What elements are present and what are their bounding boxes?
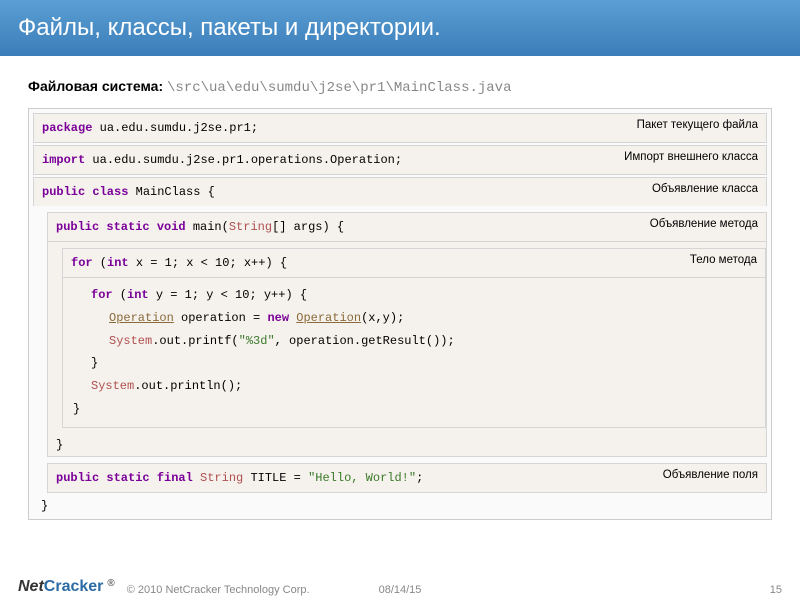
logo: NetCracker® [18,578,115,596]
println-line: System.out.println(); [73,375,755,398]
package-code: package ua.edu.sumdu.j2se.pr1; [34,114,596,142]
filesystem-line: Файловая система: \src\ua\edu\sumdu\j2se… [28,78,772,96]
close-outer-for: } [73,398,755,421]
slide-title: Файлы, классы, пакеты и директории. [18,14,782,42]
slide-header: Файлы, классы, пакеты и директории. [0,0,800,56]
body-label: Тело метода [595,249,765,277]
printf-line: System.out.printf("%3d", operation.getRe… [73,330,755,353]
method-close: } [48,434,766,456]
copyright: © 2010 NetCracker Technology Corp. [127,584,310,596]
for1-code: for (int x = 1; x < 10; x++) { [63,249,595,277]
package-row: package ua.edu.sumdu.j2se.pr1; Пакет тек… [33,113,767,143]
field-label: Объявление поля [596,464,766,492]
footer-date: 08/14/15 [379,584,422,596]
method-header: public static void main(String[] args) {… [48,213,766,242]
import-row: import ua.edu.sumdu.j2se.pr1.operations.… [33,145,767,175]
body-block: for (int x = 1; x < 10; x++) { Тело мето… [62,248,766,428]
fs-label: Файловая система: [28,78,167,94]
import-label: Импорт внешнего класса [596,146,766,174]
field-code: public static final String TITLE = "Hell… [48,464,596,492]
body-code: for (int y = 1; y < 10; y++) { Operation… [63,278,765,427]
import-code: import ua.edu.sumdu.j2se.pr1.operations.… [34,146,596,174]
fs-path: \src\ua\edu\sumdu\j2se\pr1\MainClass.jav… [167,80,511,96]
method-sig: public static void main(String[] args) { [48,213,596,241]
class-close: } [33,497,767,515]
body-header: for (int x = 1; x < 10; x++) { Тело мето… [63,249,765,278]
op-line: Operation operation = new Operation(x,y)… [73,307,755,330]
code-container: package ua.edu.sumdu.j2se.pr1; Пакет тек… [28,108,772,520]
package-label: Пакет текущего файла [596,114,766,142]
class-code: public class MainClass { [34,178,596,206]
method-label: Объявление метода [596,213,766,241]
class-row: public class MainClass { Объявление клас… [33,177,767,206]
for2-line: for (int y = 1; y < 10; y++) { [73,284,755,307]
class-label: Объявление класса [596,178,766,206]
field-row: public static final String TITLE = "Hell… [47,463,767,493]
page-number: 15 [770,584,782,596]
slide-footer: NetCracker® © 2010 NetCracker Technology… [0,572,800,600]
close-inner: } [73,352,755,375]
slide-content: Файловая система: \src\ua\edu\sumdu\j2se… [0,56,800,520]
method-block: public static void main(String[] args) {… [47,212,767,457]
